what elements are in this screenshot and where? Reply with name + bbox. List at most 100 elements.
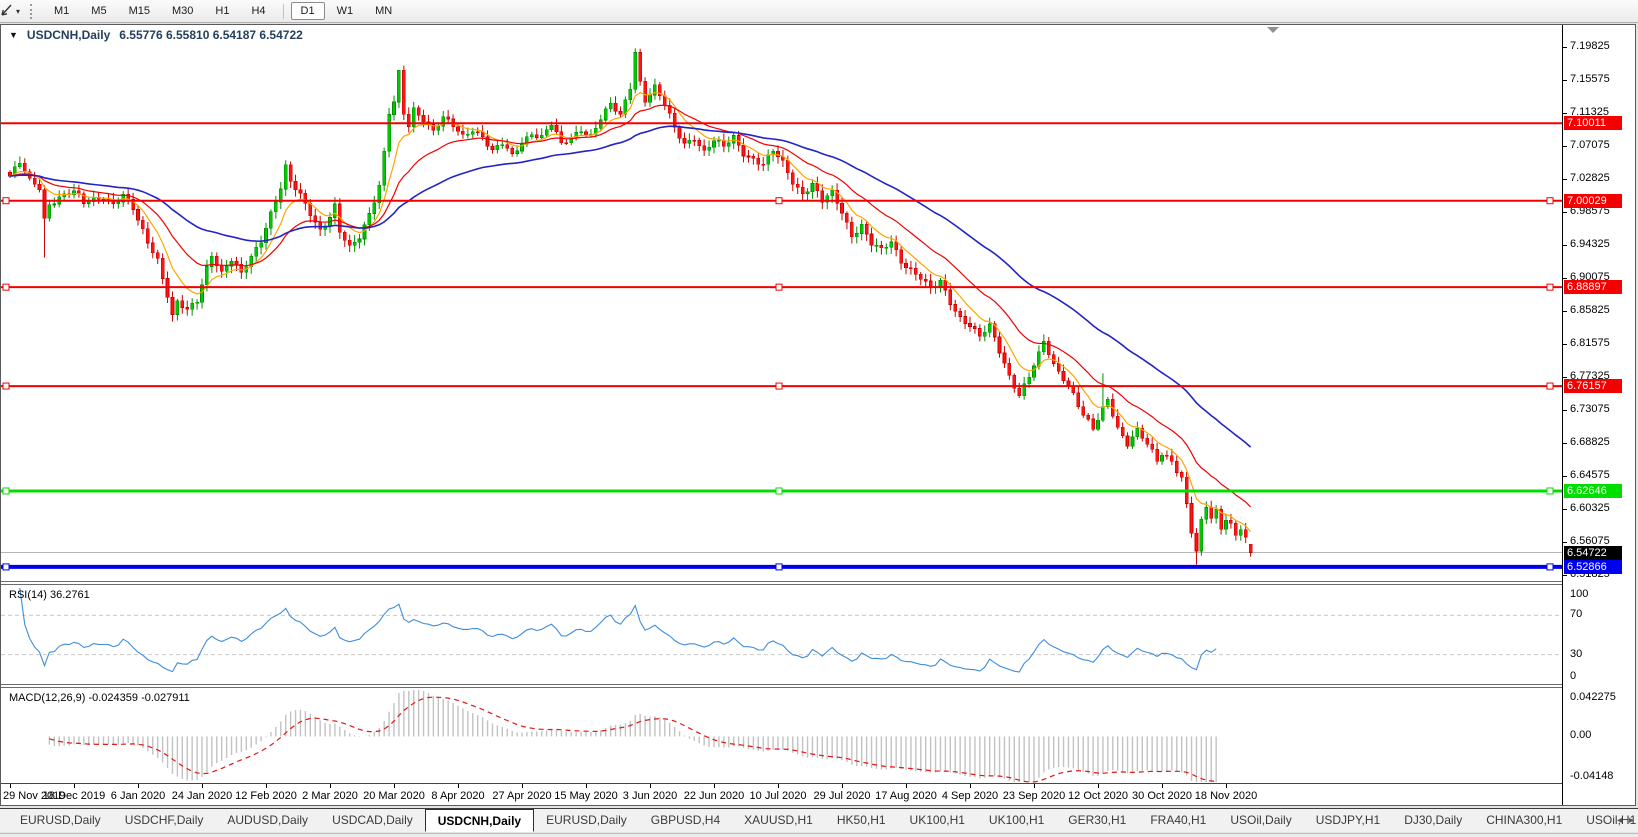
- chart-tab-usdcad-daily[interactable]: USDCAD,Daily: [320, 809, 425, 832]
- price-chart-canvas[interactable]: [1, 25, 1562, 581]
- hline-handle[interactable]: [2, 197, 10, 205]
- timeframe-button-h1[interactable]: H1: [205, 2, 239, 20]
- price-tick-mark: [1563, 541, 1567, 543]
- chart-tab-eurusd-daily[interactable]: EURUSD,Daily: [534, 809, 639, 832]
- hline-handle[interactable]: [1546, 382, 1554, 390]
- price-tick-mark: [1563, 244, 1567, 246]
- collapse-chart-icon[interactable]: ▼: [9, 30, 18, 40]
- date-tick-label: 24 Jan 2020: [171, 790, 233, 802]
- chart-tab-usdjpy-h1[interactable]: USDJPY,H1: [1304, 809, 1392, 832]
- price-tick-mark: [1563, 343, 1567, 345]
- rsi-scale-label: 0: [1570, 670, 1577, 682]
- hline-handle[interactable]: [775, 382, 783, 390]
- date-tick-label: 4 Sep 2020: [941, 790, 999, 802]
- chart-tab-gbpusd-h4[interactable]: GBPUSD,H4: [639, 809, 732, 832]
- price-tick-mark: [1563, 79, 1567, 81]
- timeframe-button-h4[interactable]: H4: [241, 2, 275, 20]
- macd-scale-label: -0.04148: [1570, 770, 1614, 782]
- price-tick-label: 7.19825: [1570, 40, 1610, 52]
- chart-tab-dj30-daily[interactable]: DJ30,Daily: [1392, 809, 1474, 832]
- price-line-label: 6.62646: [1564, 483, 1622, 498]
- timeframe-button-m1[interactable]: M1: [44, 2, 79, 20]
- timeframe-button-m15[interactable]: M15: [119, 2, 160, 20]
- chart-tab-fra40-h1[interactable]: FRA40,H1: [1138, 809, 1218, 832]
- chart-tab-usdchf-daily[interactable]: USDCHF,Daily: [113, 809, 216, 832]
- hline-handle[interactable]: [2, 487, 10, 495]
- status-strip: [0, 833, 1638, 837]
- mt4-terminal: ▾ M1 M5 M15 M30 H1 H4 D1 W1 MN ▼ USDCNH,Daily 6.…: [0, 0, 1638, 837]
- date-tick-label: 6 Jan 2020: [110, 790, 166, 802]
- date-tick-label: 8 Apr 2020: [431, 790, 485, 802]
- timeframe-button-m30[interactable]: M30: [162, 2, 203, 20]
- timeframe-button-mn[interactable]: MN: [365, 2, 402, 20]
- date-tick-mark: [522, 784, 523, 788]
- chart-symbol-label: USDCNH,Daily: [26, 28, 111, 42]
- date-tick-mark: [778, 784, 779, 788]
- date-tick-label: 23 Sep 2020: [1002, 790, 1066, 802]
- rsi-canvas[interactable]: [1, 586, 1562, 684]
- chart-tab-ger30-h1[interactable]: GER30,H1: [1056, 809, 1138, 832]
- chart-tab-china300-h1[interactable]: CHINA300,H1: [1474, 809, 1574, 832]
- macd-scale-label: 0.00: [1570, 729, 1592, 742]
- chart-tab-usoil-daily[interactable]: USOil,Daily: [1218, 809, 1303, 832]
- chart-tab-xauusd-h1[interactable]: XAUUSD,H1: [732, 809, 825, 832]
- date-tick-label: 29 Jul 2020: [813, 790, 871, 802]
- hline-handle[interactable]: [775, 487, 783, 495]
- date-tick-label: 12 Feb 2020: [235, 790, 297, 802]
- price-tick-mark: [1563, 145, 1567, 147]
- date-tick-label: 30 Oct 2020: [1132, 790, 1192, 802]
- date-axis[interactable]: 29 Nov 2019 18 Dec 2019 6 Jan 2020 24 Jan 2…: [1, 783, 1562, 805]
- pane-separator[interactable]: [1, 684, 1562, 688]
- chart-tab-eurusd-daily[interactable]: EURUSD,Daily: [8, 809, 113, 832]
- timeframe-button-w1[interactable]: W1: [327, 2, 364, 20]
- tab-scroll-right-icon[interactable]: ▸: [1629, 815, 1634, 826]
- price-tick-label: 6.94325: [1570, 238, 1610, 250]
- timeframe-toolbar: ▾ M1 M5 M15 M30 H1 H4 D1 W1 MN: [0, 0, 1638, 23]
- rsi-scale-label: 70: [1570, 608, 1583, 621]
- rsi-scale-label: 30: [1570, 647, 1583, 660]
- hline-handle[interactable]: [775, 197, 783, 205]
- hline-handle[interactable]: [1546, 563, 1554, 571]
- date-tick-mark: [906, 784, 907, 788]
- toolbar-grip[interactable]: [30, 3, 34, 19]
- date-tick-label: 18 Dec 2019: [42, 790, 106, 802]
- pane-separator[interactable]: [1, 581, 1562, 585]
- hline-handle[interactable]: [1546, 487, 1554, 495]
- date-tick-mark: [1098, 784, 1099, 788]
- price-line-label: 6.76157: [1564, 379, 1622, 394]
- date-tick-mark: [1034, 784, 1035, 788]
- timeframe-button-d1[interactable]: D1: [290, 2, 325, 20]
- price-tick-label: 6.68825: [1570, 436, 1610, 448]
- timeframe-button-m5[interactable]: M5: [81, 2, 116, 20]
- hline-handle[interactable]: [2, 283, 10, 291]
- moving-average-line: [9, 104, 1252, 508]
- hline-handle[interactable]: [2, 563, 10, 571]
- chart-cursor-icon[interactable]: [0, 3, 14, 19]
- chart-tab-hk50-h1[interactable]: HK50,H1: [825, 809, 898, 832]
- date-tick-mark: [202, 784, 203, 788]
- price-tick-mark: [1563, 376, 1567, 378]
- price-axis[interactable]: 7.19825 7.15575 7.11325 7.07075 7.02825 6.985…: [1562, 25, 1635, 805]
- candlestick-series: [8, 48, 1253, 565]
- date-tick-mark: [394, 784, 395, 788]
- chart-tab-usdcnh-daily[interactable]: USDCNH,Daily: [424, 809, 535, 832]
- macd-label: MACD(12,26,9) -0.024359 -0.027911: [9, 692, 190, 704]
- hline-handle[interactable]: [775, 283, 783, 291]
- macd-histogram: [48, 690, 1217, 782]
- price-tick-mark: [1563, 46, 1567, 48]
- hline-handle[interactable]: [2, 382, 10, 390]
- hline-handle[interactable]: [1546, 197, 1554, 205]
- chart-tab-uk100-h1[interactable]: UK100,H1: [977, 809, 1056, 832]
- price-line-label: 7.10011: [1564, 116, 1622, 131]
- macd-canvas[interactable]: [1, 689, 1562, 783]
- tab-scroll-left-icon[interactable]: ◂: [1617, 815, 1622, 826]
- date-tick-label: 20 Mar 2020: [363, 790, 425, 802]
- chart-tab-uk100-h1[interactable]: UK100,H1: [898, 809, 977, 832]
- date-tick-mark: [1226, 784, 1227, 788]
- moving-average-line: [9, 91, 1252, 533]
- date-tick-label: 17 Aug 2020: [875, 790, 937, 802]
- chevron-down-icon[interactable]: ▾: [16, 7, 20, 16]
- hline-handle[interactable]: [1546, 283, 1554, 291]
- hline-handle[interactable]: [775, 563, 783, 571]
- chart-tab-audusd-daily[interactable]: AUDUSD,Daily: [215, 809, 320, 832]
